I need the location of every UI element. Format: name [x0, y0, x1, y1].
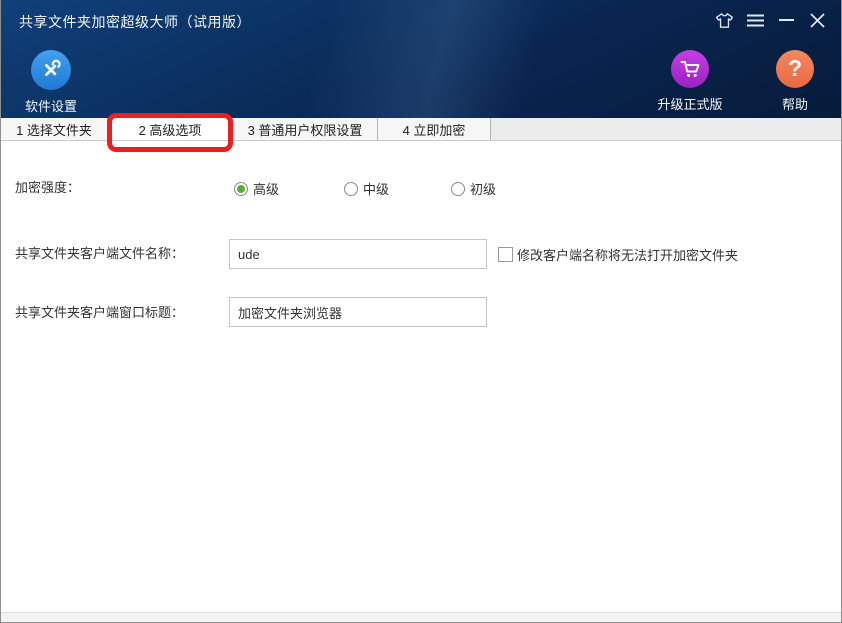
upgrade-label: 升级正式版 [657, 94, 722, 113]
radio-icon [451, 182, 465, 196]
app-window: 共享文件夹加密超级大师（试用版） [0, 0, 842, 623]
titlebar: 共享文件夹加密超级大师（试用版） [1, 0, 841, 40]
radio-label: 高级 [253, 179, 279, 198]
rename-warning-checkbox[interactable]: 修改客户端名称将无法打开加密文件夹 [498, 245, 738, 264]
close-button[interactable] [807, 10, 827, 30]
menu-icon[interactable] [745, 10, 765, 30]
radio-strength-medium[interactable]: 中级 [344, 179, 389, 198]
question-glyph: ? [788, 57, 802, 82]
settings-button[interactable]: 软件设置 [15, 50, 87, 115]
header: 共享文件夹加密超级大师（试用版） [1, 0, 841, 118]
window-title: 共享文件夹加密超级大师（试用版） [19, 12, 251, 32]
tab-select-folder[interactable]: 1 选择文件夹 [1, 118, 108, 140]
checkbox-icon [498, 247, 513, 262]
client-file-name-input[interactable] [229, 239, 487, 269]
advanced-options-panel: 加密强度： 高级 中级 初级 共享文件夹客户端文件名称： 修改客户端名称将无法打… [1, 141, 841, 612]
tabbar: 1 选择文件夹 2 高级选项 3 普通用户权限设置 4 立即加密 [1, 118, 841, 141]
checkbox-label: 修改客户端名称将无法打开加密文件夹 [517, 245, 738, 264]
radio-strength-basic[interactable]: 初级 [451, 179, 496, 198]
radio-icon [344, 182, 358, 196]
encryption-strength-label: 加密强度： [15, 180, 80, 196]
radio-strength-advanced[interactable]: 高级 [234, 179, 279, 198]
minimize-button[interactable] [776, 10, 796, 30]
status-bar [1, 612, 841, 622]
cart-icon [671, 50, 709, 88]
upgrade-button[interactable]: 升级正式版 [645, 50, 735, 113]
toolbar-right: 升级正式版 ? 帮助 [645, 50, 825, 113]
radio-label: 中级 [363, 179, 389, 198]
tab-advanced-options[interactable]: 2 高级选项 [108, 118, 233, 140]
help-label: 帮助 [782, 94, 808, 113]
client-window-title-input[interactable] [229, 297, 487, 327]
tab-encrypt-now[interactable]: 4 立即加密 [378, 118, 491, 140]
client-file-name-label: 共享文件夹客户端文件名称： [15, 246, 184, 262]
tab-user-permissions[interactable]: 3 普通用户权限设置 [233, 118, 378, 140]
question-icon: ? [776, 50, 814, 88]
radio-label: 初级 [470, 179, 496, 198]
toolbar: 软件设置 升级正式版 ? [1, 40, 841, 118]
tools-icon [31, 50, 71, 90]
help-button[interactable]: ? 帮助 [765, 50, 825, 113]
radio-selected-icon [234, 182, 248, 196]
window-controls [714, 10, 827, 30]
tabbar-filler [491, 118, 841, 140]
settings-label: 软件设置 [25, 96, 77, 115]
client-window-title-label: 共享文件夹客户端窗口标题： [15, 305, 184, 321]
skin-icon[interactable] [714, 10, 734, 30]
